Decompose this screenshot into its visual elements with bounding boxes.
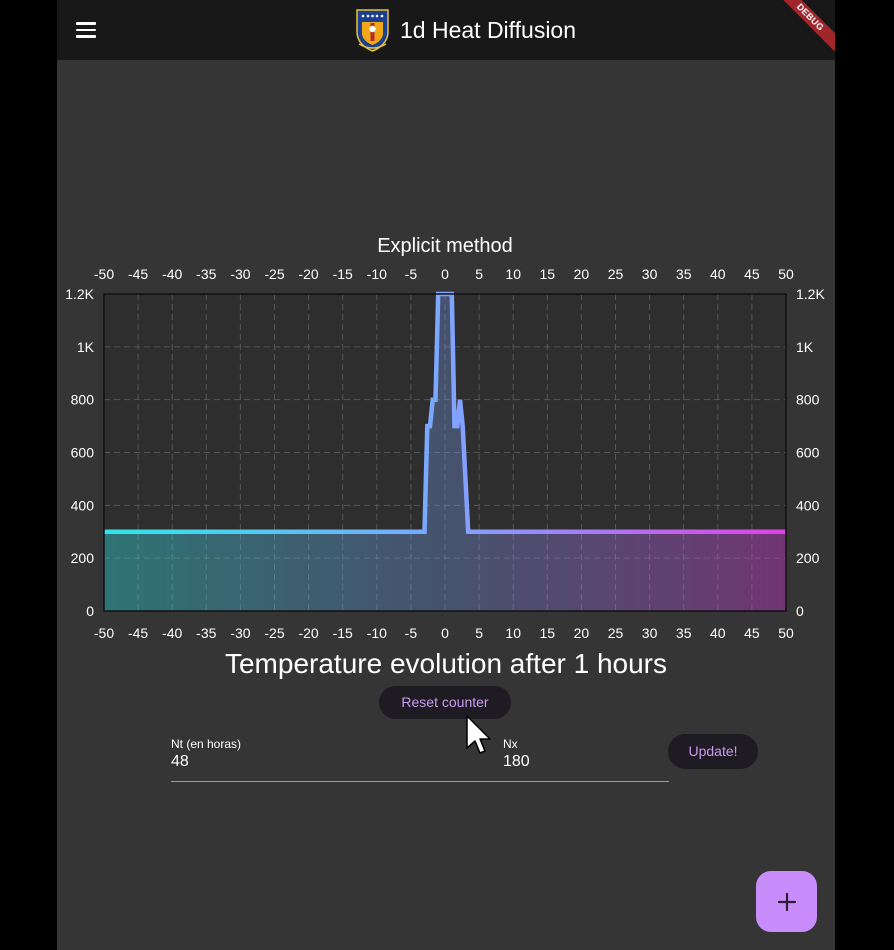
add-fab-button[interactable] bbox=[756, 871, 817, 932]
x-tick-label-bottom: 40 bbox=[710, 625, 726, 641]
input-underline bbox=[171, 781, 669, 782]
x-tick-label-top: 20 bbox=[574, 266, 590, 282]
x-tick-label-top: 5 bbox=[475, 266, 483, 282]
x-tick-label-bottom: 20 bbox=[574, 625, 590, 641]
x-tick-label-bottom: -25 bbox=[264, 625, 284, 641]
x-tick-label-top: -5 bbox=[405, 266, 418, 282]
x-tick-label-bottom: -5 bbox=[405, 625, 418, 641]
x-tick-label-bottom: -45 bbox=[128, 625, 148, 641]
x-tick-label-bottom: -20 bbox=[298, 625, 318, 641]
y-tick-label-right: 200 bbox=[796, 550, 820, 566]
x-tick-label-bottom: 10 bbox=[505, 625, 521, 641]
x-tick-label-top: -45 bbox=[128, 266, 148, 282]
y-tick-label-right: 600 bbox=[796, 445, 820, 461]
y-tick-label-left: 0 bbox=[86, 603, 94, 619]
app-window: 1d Heat Diffusion DEBUG Explicit method -… bbox=[57, 0, 835, 950]
x-tick-label-bottom: -30 bbox=[230, 625, 250, 641]
x-tick-label-bottom: 50 bbox=[778, 625, 794, 641]
x-tick-label-bottom: 30 bbox=[642, 625, 658, 641]
y-tick-label-left: 600 bbox=[71, 445, 95, 461]
chart-title: Explicit method bbox=[377, 235, 513, 257]
x-tick-label-bottom: -35 bbox=[196, 625, 216, 641]
y-tick-label-left: 1.2K bbox=[65, 286, 94, 302]
x-tick-label-top: -50 bbox=[94, 266, 114, 282]
x-tick-label-top: 15 bbox=[540, 266, 556, 282]
y-tick-label-left: 1K bbox=[77, 339, 95, 355]
update-button[interactable]: Update! bbox=[668, 734, 758, 769]
x-tick-label-bottom: -15 bbox=[333, 625, 353, 641]
x-tick-label-bottom: 45 bbox=[744, 625, 760, 641]
temperature-evolution-title: Temperature evolution after 1 hours bbox=[224, 648, 668, 679]
x-tick-label-top: 0 bbox=[441, 266, 449, 282]
x-tick-label-bottom: -40 bbox=[162, 625, 182, 641]
x-tick-label-bottom: -50 bbox=[94, 625, 114, 641]
y-tick-label-left: 200 bbox=[71, 550, 95, 566]
x-tick-label-bottom: 0 bbox=[441, 625, 449, 641]
nx-field-label: Nx bbox=[503, 737, 518, 751]
y-tick-label-right: 1K bbox=[796, 339, 814, 355]
nt-input[interactable]: 48 bbox=[171, 753, 189, 771]
x-tick-label-top: 25 bbox=[608, 266, 624, 282]
x-tick-label-top: 50 bbox=[778, 266, 794, 282]
x-tick-label-top: 40 bbox=[710, 266, 726, 282]
nx-input[interactable]: 180 bbox=[503, 753, 530, 771]
x-tick-label-top: -20 bbox=[298, 266, 318, 282]
x-tick-label-bottom: 35 bbox=[676, 625, 692, 641]
temperature-chart: Explicit method-50-50-45-45-40-40-35-35-… bbox=[65, 235, 825, 641]
x-tick-label-top: -10 bbox=[367, 266, 387, 282]
mouse-cursor-icon bbox=[466, 715, 491, 754]
x-tick-label-top: -25 bbox=[264, 266, 284, 282]
x-tick-label-top: -15 bbox=[333, 266, 353, 282]
x-tick-label-top: -30 bbox=[230, 266, 250, 282]
plus-icon bbox=[777, 892, 796, 911]
y-tick-label-right: 400 bbox=[796, 497, 820, 513]
y-tick-label-left: 800 bbox=[71, 392, 95, 408]
x-tick-label-top: 30 bbox=[642, 266, 658, 282]
x-tick-label-top: 45 bbox=[744, 266, 760, 282]
x-tick-label-bottom: -10 bbox=[367, 625, 387, 641]
x-tick-label-top: -35 bbox=[196, 266, 216, 282]
x-tick-label-bottom: 5 bbox=[475, 625, 483, 641]
x-tick-label-top: 10 bbox=[505, 266, 521, 282]
x-tick-label-top: -40 bbox=[162, 266, 182, 282]
y-tick-label-right: 800 bbox=[796, 392, 820, 408]
x-tick-label-top: 35 bbox=[676, 266, 692, 282]
y-tick-label-right: 1.2K bbox=[796, 286, 825, 302]
y-tick-label-left: 400 bbox=[71, 497, 95, 513]
x-tick-label-bottom: 25 bbox=[608, 625, 624, 641]
x-tick-label-bottom: 15 bbox=[540, 625, 556, 641]
nt-field-label: Nt (en horas) bbox=[171, 737, 242, 751]
y-tick-label-right: 0 bbox=[796, 603, 804, 619]
